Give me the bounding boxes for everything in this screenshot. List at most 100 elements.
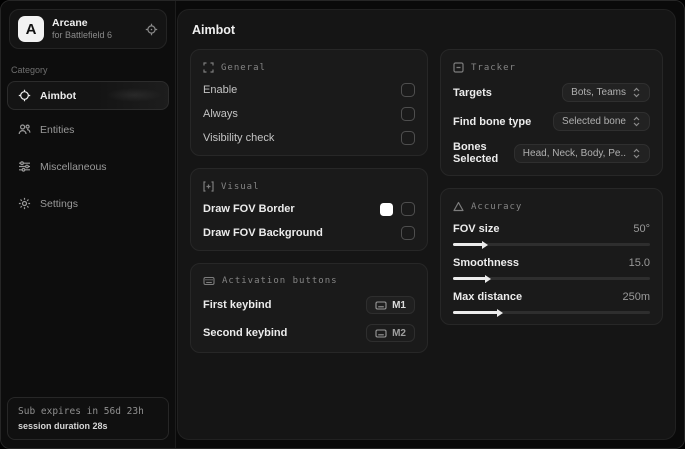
draw-fov-background-checkbox[interactable]: [401, 226, 415, 240]
accuracy-card-header: Accuracy: [453, 201, 650, 212]
tracker-box-icon: [453, 62, 464, 73]
sidebar: A Arcane for Battlefield 6 Category Aimb…: [1, 1, 176, 448]
visibility-check-checkbox[interactable]: [401, 131, 415, 145]
keybind-value: M1: [392, 299, 406, 311]
visual-card: Visual Draw FOV Border Draw FOV Backgrou…: [190, 168, 428, 251]
activation-buttons-card: Activation buttons First keybind M1 Seco…: [190, 263, 428, 353]
keybind-value: M2: [392, 327, 406, 339]
accuracy-card-title: Accuracy: [471, 201, 523, 212]
setting-label: Second keybind: [203, 327, 288, 339]
app-logo: A: [18, 16, 44, 42]
page-title: Aimbot: [192, 23, 236, 37]
visual-card-header: Visual: [203, 181, 415, 192]
setting-label: Draw FOV Border: [203, 203, 295, 215]
app-name: Arcane: [52, 17, 88, 29]
bones-selected-dropdown[interactable]: Head, Neck, Body, Pe..: [513, 143, 650, 163]
smoothness-slider[interactable]: [453, 277, 650, 280]
sidebar-nav: Aimbot Entities Miscellaneous Settings: [1, 81, 175, 221]
setting-label: Targets: [453, 86, 492, 99]
tracker-card-header: Tracker: [453, 62, 650, 73]
smoothness-value: 15.0: [628, 257, 650, 269]
setting-row-always: Always: [203, 107, 415, 121]
brand-text: Arcane for Battlefield 6: [52, 17, 137, 41]
plus-box-icon: [203, 181, 214, 192]
visual-card-title: Visual: [221, 181, 260, 192]
sidebar-item-label: Entities: [40, 123, 75, 136]
enable-checkbox[interactable]: [401, 83, 415, 97]
sidebar-item-miscellaneous[interactable]: Miscellaneous: [8, 153, 168, 180]
keyboard-icon: [203, 276, 215, 286]
brand-card: A Arcane for Battlefield 6: [9, 9, 167, 49]
setting-label: Always: [203, 108, 238, 120]
gear-icon: [18, 197, 31, 210]
setting-label: Max distance: [453, 291, 523, 303]
fov-border-controls: [380, 202, 415, 216]
app-subtitle: for Battlefield 6: [52, 30, 113, 40]
category-label: Category: [11, 65, 48, 75]
fov-size-slider[interactable]: [453, 243, 650, 246]
max-distance-slider[interactable]: [453, 311, 650, 314]
left-column: General Enable Always Visibility check V…: [190, 49, 428, 353]
always-checkbox[interactable]: [401, 107, 415, 121]
setting-row-enable: Enable: [203, 83, 415, 97]
crosshair-icon: [18, 89, 31, 102]
main-outer: Aimbot General Enable Always Visibility …: [176, 1, 684, 448]
setting-label: Bones Selected: [453, 141, 499, 165]
sidebar-item-aimbot[interactable]: Aimbot: [7, 81, 169, 110]
max-distance-setting: Max distance 250m: [453, 291, 650, 314]
setting-label: First keybind: [203, 299, 272, 311]
chevron-up-down-icon: [632, 116, 641, 127]
general-card-header: General: [203, 62, 415, 73]
sliders-icon: [18, 160, 31, 173]
setting-row-draw-fov-background: Draw FOV Background: [203, 226, 415, 240]
setting-row-second-keybind: Second keybind M2: [203, 324, 415, 342]
setting-row-visibility-check: Visibility check: [203, 131, 415, 145]
first-keybind-button[interactable]: M1: [366, 296, 415, 314]
keyboard-icon: [375, 300, 387, 310]
setting-row-find-bone-type: Find bone type Selected bone: [453, 112, 650, 131]
setting-row-first-keybind: First keybind M1: [203, 296, 415, 314]
accuracy-card: Accuracy FOV size 50° Smoothness 15.0 Ma…: [440, 188, 663, 325]
sidebar-item-label: Aimbot: [40, 89, 77, 102]
content-columns: General Enable Always Visibility check V…: [190, 49, 663, 353]
target-icon[interactable]: [145, 23, 158, 36]
arcane-window: A Arcane for Battlefield 6 Category Aimb…: [0, 0, 685, 449]
slider-fill: [453, 311, 499, 314]
setting-label: Enable: [203, 84, 238, 96]
tracker-card-title: Tracker: [471, 62, 516, 73]
setting-label: Smoothness: [453, 257, 520, 269]
setting-row-targets: Targets Bots, Teams: [453, 83, 650, 102]
triangle-icon: [453, 201, 464, 212]
sub-expiry-text: Sub expires in 56d 23h: [18, 406, 144, 417]
setting-row-draw-fov-border: Draw FOV Border: [203, 202, 415, 216]
draw-fov-border-checkbox[interactable]: [401, 202, 415, 216]
main-panel: Aimbot General Enable Always Visibility …: [177, 9, 676, 440]
general-card: General Enable Always Visibility check: [190, 49, 428, 156]
subscription-info: Sub expires in 56d 23h session duration …: [7, 397, 169, 440]
logo-letter: A: [25, 20, 37, 38]
targets-dropdown[interactable]: Bots, Teams: [562, 83, 650, 102]
fov-size-value: 50°: [633, 223, 650, 235]
setting-label: Draw FOV Background: [203, 227, 323, 239]
slider-fill: [453, 243, 483, 246]
find-bone-type-dropdown[interactable]: Selected bone: [553, 112, 650, 131]
setting-label: Find bone type: [453, 115, 532, 128]
fov-border-color-swatch[interactable]: [380, 202, 393, 216]
sidebar-item-label: Miscellaneous: [40, 160, 107, 173]
dropdown-value: Bots, Teams: [571, 87, 626, 98]
second-keybind-button[interactable]: M2: [366, 324, 415, 342]
sidebar-item-entities[interactable]: Entities: [8, 116, 168, 143]
dropdown-value: Selected bone: [562, 116, 626, 127]
session-duration-text: session duration 28s: [18, 421, 108, 431]
sidebar-item-settings[interactable]: Settings: [8, 190, 168, 217]
chevron-up-down-icon: [632, 148, 641, 159]
activation-card-title: Activation buttons: [222, 276, 338, 286]
general-card-title: General: [221, 62, 266, 73]
slider-fill: [453, 277, 487, 280]
dropdown-value: Head, Neck, Body, Pe..: [522, 147, 626, 159]
setting-row-bones-selected: Bones Selected Head, Neck, Body, Pe..: [453, 141, 650, 165]
setting-label: FOV size: [453, 223, 500, 235]
max-distance-value: 250m: [622, 291, 650, 303]
right-column: Tracker Targets Bots, Teams Find bone ty…: [440, 49, 663, 325]
setting-label: Visibility check: [203, 132, 275, 144]
